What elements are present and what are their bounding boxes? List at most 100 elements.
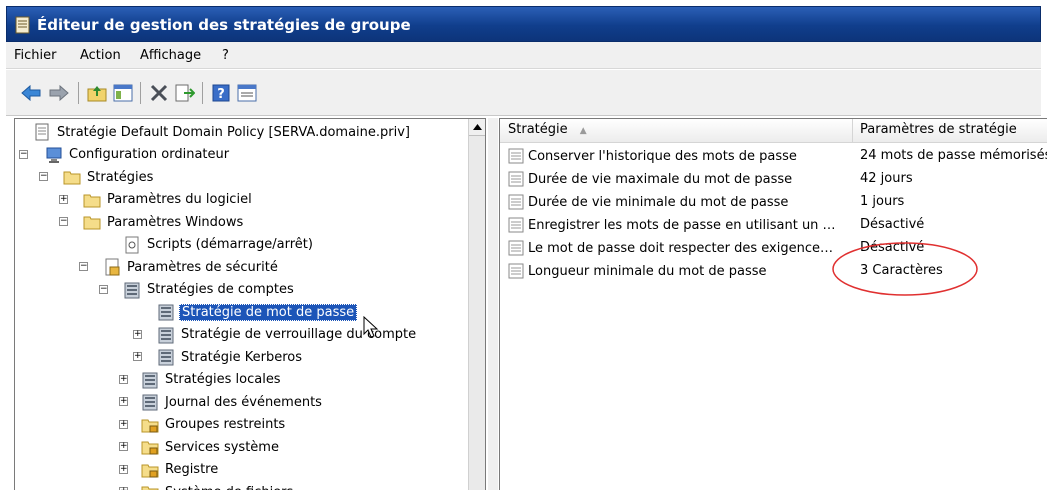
security-settings-icon — [105, 258, 120, 276]
pane-splitter[interactable] — [488, 118, 498, 490]
help-icon[interactable]: ? — [210, 82, 232, 104]
toolbar-separator — [78, 82, 79, 104]
tree-item[interactable]: Configuration ordinateur — [45, 144, 231, 166]
tree-expander[interactable]: − — [79, 262, 88, 271]
tree-item[interactable]: Stratégie de mot de passe — [157, 301, 358, 323]
tree-item[interactable]: Scripts (démarrage/arrêt) — [123, 234, 315, 256]
scroll-up-arrow[interactable] — [469, 119, 485, 136]
policy-folder-icon — [158, 304, 174, 321]
delete-icon[interactable] — [148, 82, 170, 104]
tree-expander[interactable]: + — [119, 374, 128, 384]
policy-name: Longueur minimale du mot de passe — [528, 263, 767, 279]
tree-item[interactable]: Stratégies — [63, 166, 155, 188]
tree-item-label: Configuration ordinateur — [69, 147, 230, 162]
locked-folder-icon — [141, 464, 159, 477]
toolbar-separator — [202, 82, 203, 104]
properties-icon[interactable] — [236, 82, 258, 104]
red-circle-annotation — [832, 242, 978, 296]
tree-item-label: Groupes restreints — [165, 417, 286, 432]
tree-expander[interactable]: − — [59, 217, 68, 226]
tree-scrollbar[interactable] — [468, 119, 485, 490]
policy-setting-icon — [508, 263, 524, 279]
tree-item[interactable]: Groupes restreints — [141, 414, 287, 436]
tree-expander[interactable]: + — [119, 419, 128, 429]
policy-setting-icon — [508, 194, 524, 210]
tree-item[interactable]: Stratégie Kerberos — [157, 346, 304, 368]
title-bar[interactable]: Éditeur de gestion des stratégies de gro… — [6, 6, 1041, 42]
policy-setting-value: 42 jours — [860, 171, 913, 186]
policy-setting-icon — [508, 240, 524, 256]
menu-help[interactable]: ? — [222, 48, 229, 63]
show-hide-tree-icon[interactable] — [112, 82, 134, 104]
policy-setting-icon — [508, 171, 524, 187]
policy-folder-icon — [142, 394, 158, 411]
tree-item[interactable]: Services système — [141, 436, 281, 458]
tree-item[interactable]: Stratégie Default Domain Policy [SERVA.d… — [33, 121, 412, 143]
column-header-strategie[interactable]: Stratégie ▲ — [508, 122, 587, 137]
policy-row[interactable]: Enregistrer les mots de passe en utilisa… — [500, 214, 1047, 236]
tree-expander[interactable]: − — [39, 172, 48, 181]
tree-item[interactable]: Paramètres Windows — [83, 211, 245, 233]
policy-list[interactable]: Stratégie ▲ Paramètres de stratégie Cons… — [499, 118, 1047, 490]
policy-setting-value: 24 mots de passe mémorisés — [860, 148, 1047, 163]
tree-expander[interactable]: + — [119, 442, 128, 451]
policy-folder-icon — [158, 349, 174, 366]
tree-item[interactable]: Paramètres du logiciel — [83, 189, 254, 211]
menu-bar: Fichier Action Affichage ? — [6, 42, 1041, 69]
tree-item-label: Stratégies de comptes — [147, 282, 294, 297]
menu-affichage[interactable]: Affichage — [140, 48, 201, 63]
tree-expander[interactable]: + — [59, 194, 68, 204]
up-folder-icon[interactable] — [86, 82, 108, 104]
tree-expander[interactable]: + — [133, 352, 142, 361]
tree-item-label: Stratégies locales — [165, 372, 281, 387]
policy-name-cell: Le mot de passe doit respecter des exige… — [508, 240, 833, 256]
tree-item[interactable]: Stratégies de comptes — [123, 279, 296, 301]
forward-arrow-icon[interactable] — [48, 82, 70, 104]
svg-text:?: ? — [217, 87, 225, 102]
tree-expander[interactable]: + — [119, 464, 128, 474]
menu-fichier[interactable]: Fichier — [14, 48, 57, 63]
tree-item-label: Stratégie Default Domain Policy [SERVA.d… — [57, 124, 410, 140]
tree-expander[interactable]: + — [133, 329, 142, 339]
tree-item-label: Stratégie de mot de passe — [179, 303, 358, 321]
policy-row[interactable]: Conserver l'historique des mots de passe… — [500, 145, 1047, 167]
tree-item-label: Journal des événements — [165, 394, 322, 410]
policy-name: Durée de vie maximale du mot de passe — [528, 171, 793, 187]
policy-name-cell: Durée de vie maximale du mot de passe — [508, 171, 792, 187]
policy-row[interactable]: Durée de vie maximale du mot de passe 42 … — [500, 168, 1047, 190]
tree-item[interactable]: Stratégies locales — [141, 369, 283, 391]
tree-item-label: Registre — [165, 462, 219, 477]
policy-name: Le mot de passe doit respecter des exige… — [528, 240, 833, 256]
mouse-cursor-icon — [363, 316, 379, 338]
console-tree[interactable]: Stratégie Default Domain Policy [SERVA.d… — [14, 118, 486, 490]
tree-item[interactable]: Registre — [141, 459, 220, 481]
folder-icon — [83, 194, 101, 207]
tree-expander[interactable]: + — [119, 397, 128, 406]
tree-item[interactable]: Paramètres de sécurité — [103, 256, 280, 278]
policy-row[interactable]: Durée de vie minimale du mot de passe 1 j… — [500, 191, 1047, 213]
policy-name-cell: Conserver l'historique des mots de passe — [508, 148, 797, 164]
menu-action[interactable]: Action — [80, 48, 121, 63]
tree-item-label: Paramètres Windows — [107, 214, 244, 230]
column-separator[interactable] — [852, 119, 853, 143]
locked-folder-icon — [141, 419, 159, 432]
tree-item-label: Scripts (démarrage/arrêt) — [147, 237, 313, 252]
tree-item[interactable]: Système de fichiers — [141, 481, 295, 490]
policy-name: Conserver l'historique des mots de passe — [528, 148, 797, 164]
policy-name: Enregistrer les mots de passe en utilisa… — [528, 217, 836, 233]
policy-name-cell: Enregistrer les mots de passe en utilisa… — [508, 217, 836, 233]
tree-item-label: Stratégie de verrouillage du compte — [181, 327, 417, 342]
back-arrow-icon[interactable] — [20, 82, 42, 104]
policy-folder-icon — [142, 372, 158, 388]
tree-item-label: Stratégie Kerberos — [181, 349, 303, 365]
tree-expander[interactable]: − — [99, 284, 108, 294]
folder-icon — [63, 171, 81, 185]
window-title: Éditeur de gestion des stratégies de gro… — [37, 16, 411, 34]
column-header-parametres[interactable]: Paramètres de stratégie — [860, 122, 1017, 137]
policy-name-cell: Durée de vie minimale du mot de passe — [508, 194, 788, 210]
tree-expander[interactable]: − — [19, 149, 28, 159]
policy-setting-icon — [508, 148, 524, 164]
locked-folder-icon — [141, 486, 159, 490]
export-list-icon[interactable] — [174, 82, 196, 104]
tree-item[interactable]: Journal des événements — [141, 391, 324, 413]
